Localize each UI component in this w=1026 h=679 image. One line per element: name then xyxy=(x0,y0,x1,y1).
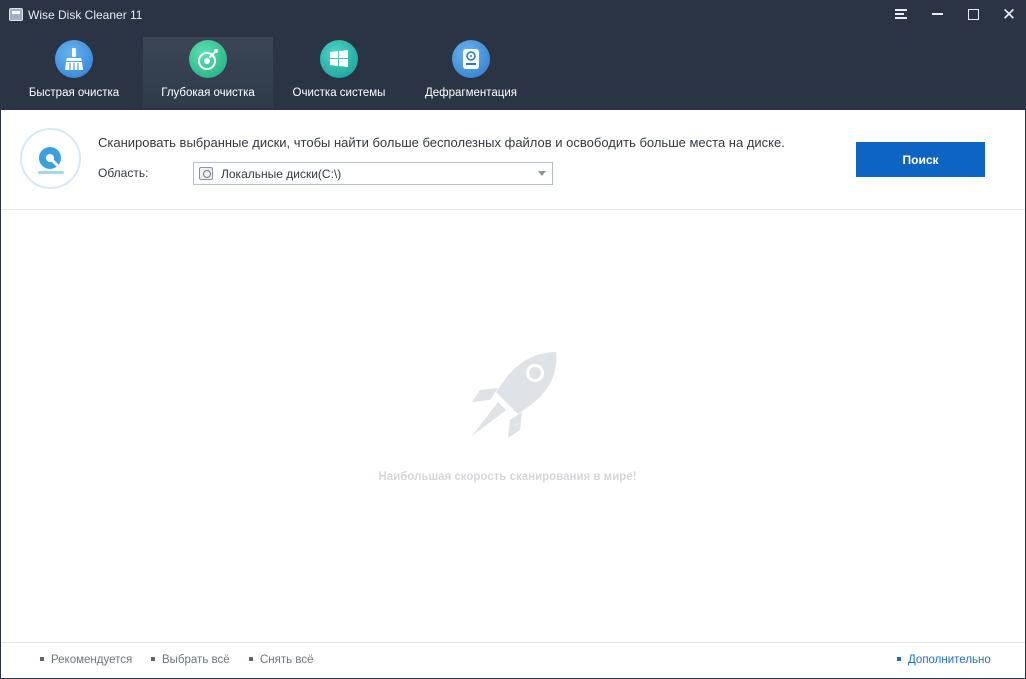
select-all-label: Выбрать всё xyxy=(162,654,230,666)
drive-icon xyxy=(199,167,213,180)
broom-icon xyxy=(55,40,93,78)
hard-drive-icon xyxy=(452,40,490,78)
deep-clean-disk-icon xyxy=(189,40,227,78)
deselect-all-label: Снять всё xyxy=(260,654,314,666)
tab-quick-clean[interactable]: Быстрая очистка xyxy=(9,37,139,108)
area-dropdown[interactable]: Локальные диски(C:\) xyxy=(193,162,553,185)
disk-scan-icon xyxy=(20,128,81,189)
top-bar: Wise Disk Cleaner 11 ✕ Быстрая очистка Г… xyxy=(1,1,1025,110)
select-all-link[interactable]: Выбрать всё xyxy=(151,654,230,666)
module-tabs: Быстрая очистка Глубокая очистка Очистка… xyxy=(1,31,541,110)
app-logo-icon xyxy=(9,8,23,21)
bullet-icon xyxy=(151,656,155,661)
windows-icon xyxy=(320,40,358,78)
maximize-button[interactable] xyxy=(955,1,991,27)
more-label: Дополнительно xyxy=(908,654,991,666)
bullet-icon xyxy=(40,656,44,661)
minimize-icon xyxy=(931,13,943,15)
menu-button[interactable] xyxy=(883,1,919,27)
rocket-icon xyxy=(468,350,560,440)
close-icon: ✕ xyxy=(1001,4,1017,24)
area-value: Локальные диски(C:\) xyxy=(221,167,342,181)
recommended-link[interactable]: Рекомендуется xyxy=(40,654,132,666)
chevron-down-icon xyxy=(538,171,546,176)
recommended-label: Рекомендуется xyxy=(51,654,133,666)
tab-defrag[interactable]: Дефрагментация xyxy=(406,37,536,108)
tab-system-clean[interactable]: Очистка системы xyxy=(274,37,404,108)
bullet-icon xyxy=(897,656,901,661)
footer-bar: Рекомендуется Выбрать всё Снять всё Допо… xyxy=(1,642,1025,678)
app-window: Wise Disk Cleaner 11 ✕ Быстрая очистка Г… xyxy=(0,0,1026,679)
maximize-icon xyxy=(967,8,979,20)
tab-deep-clean[interactable]: Глубокая очистка xyxy=(143,37,273,108)
scan-description: Сканировать выбранные диски, чтобы найти… xyxy=(98,135,785,150)
tab-label: Дефрагментация xyxy=(424,87,518,99)
tagline: Наибольшая скорость сканирования в мире! xyxy=(378,471,637,483)
scan-button[interactable]: Поиск xyxy=(856,142,985,177)
tab-label: Глубокая очистка xyxy=(161,87,255,99)
menu-icon xyxy=(895,9,907,19)
close-button[interactable]: ✕ xyxy=(991,1,1025,27)
title-bar: Wise Disk Cleaner 11 ✕ xyxy=(1,1,1025,29)
area-label: Область: xyxy=(98,166,149,180)
bullet-icon xyxy=(249,656,253,661)
deselect-all-link[interactable]: Снять всё xyxy=(249,654,313,666)
scan-header: Сканировать выбранные диски, чтобы найти… xyxy=(1,110,1025,210)
tab-label: Быстрая очистка xyxy=(28,87,120,99)
more-link[interactable]: Дополнительно xyxy=(897,654,991,666)
tab-label: Очистка системы xyxy=(292,87,386,99)
minimize-button[interactable] xyxy=(919,1,955,27)
window-title: Wise Disk Cleaner 11 xyxy=(28,8,143,22)
results-area: Наибольшая скорость сканирования в мире! xyxy=(1,210,1025,642)
